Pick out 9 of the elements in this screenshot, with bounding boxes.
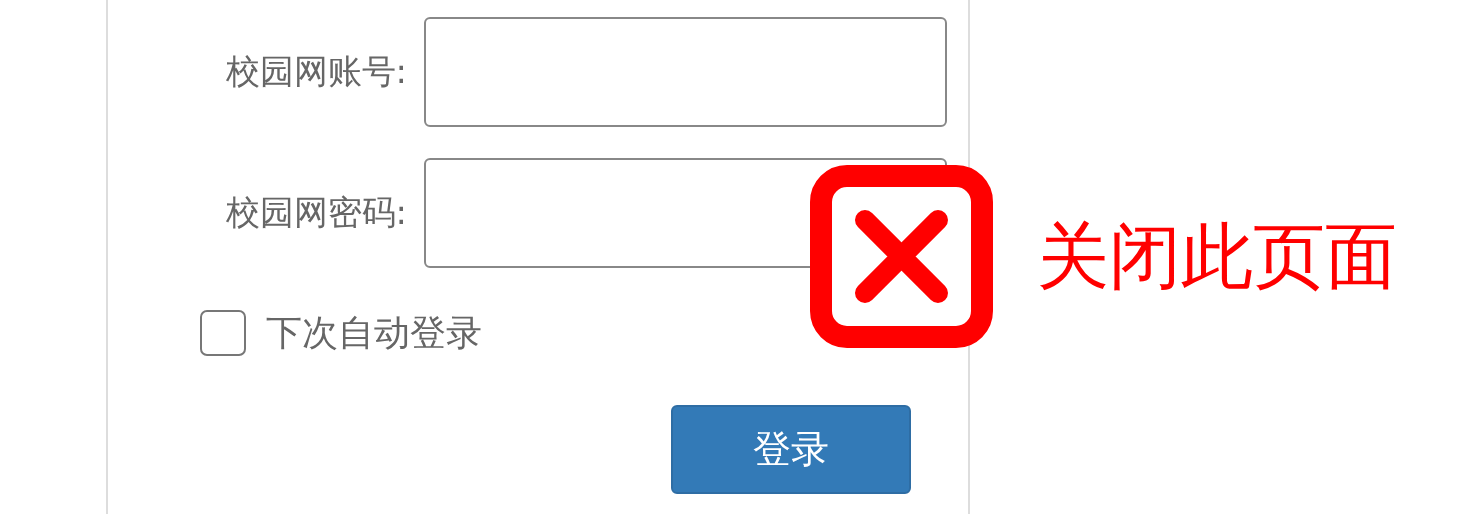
field-label: 校园网账号: bbox=[224, 50, 407, 93]
close-page-label[interactable]: 关闭此页面 bbox=[1037, 208, 1397, 305]
input-field[interactable] bbox=[424, 17, 947, 127]
field-label: 校园网密码: bbox=[224, 191, 407, 234]
checkbox[interactable] bbox=[200, 310, 246, 356]
login-button[interactable]: 登录 bbox=[671, 405, 911, 494]
close-icon[interactable] bbox=[810, 165, 993, 348]
checkbox-label: 下次自动登录 bbox=[266, 310, 482, 355]
close-page-dialog[interactable]: 关闭此页面 bbox=[810, 165, 1397, 348]
